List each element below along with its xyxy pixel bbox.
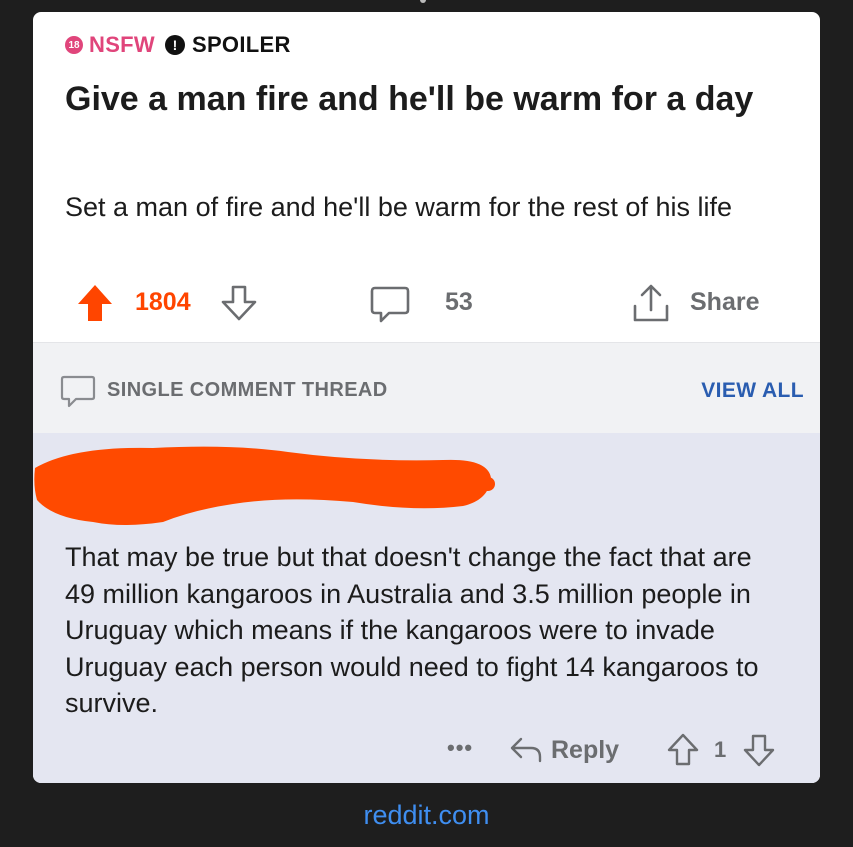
single-comment-thread-bar: SINGLE COMMENT THREAD VIEW ALL: [33, 342, 820, 434]
source-link[interactable]: reddit.com: [0, 800, 853, 831]
comment-body: That may be true but that doesn't change…: [65, 542, 759, 718]
spoiler-tag: SPOILER: [191, 32, 291, 57]
reply-arrow-icon[interactable]: [509, 735, 543, 765]
reddit-post-card: 18 NSFW ! SPOILER Give a man fire and he…: [33, 12, 820, 783]
downvote-arrow-icon[interactable]: [219, 284, 259, 322]
redacted-username-scribble: [34, 446, 495, 525]
share-icon[interactable]: [631, 282, 671, 324]
post-action-bar: 1804 53 Share: [33, 282, 820, 326]
reply-button[interactable]: Reply: [551, 736, 619, 765]
share-button[interactable]: Share: [690, 288, 759, 317]
post-score: 1804: [135, 288, 191, 316]
upvote-arrow-icon[interactable]: [667, 733, 699, 767]
post-title[interactable]: Give a man fire and he'll be warm for a …: [65, 78, 785, 120]
comments-count[interactable]: 53: [445, 288, 473, 317]
nsfw-18-icon: 18: [65, 36, 83, 54]
more-options-button[interactable]: •••: [447, 735, 473, 761]
upvote-arrow-icon[interactable]: [77, 284, 113, 322]
top-edge-marker: [420, 0, 426, 3]
comment-bubble-icon[interactable]: [369, 284, 411, 326]
comment-action-bar: ••• Reply 1: [33, 731, 820, 771]
post-flair-tags: 18 NSFW ! SPOILER: [65, 32, 291, 58]
comment-score: 1: [714, 737, 727, 762]
comment-bubble-icon: [60, 375, 96, 408]
spoiler-alert-icon: !: [164, 35, 185, 55]
nsfw-tag: NSFW: [89, 32, 155, 57]
view-all-button[interactable]: VIEW ALL: [701, 379, 804, 403]
thread-label: SINGLE COMMENT THREAD: [107, 379, 388, 401]
post-section: 18 NSFW ! SPOILER Give a man fire and he…: [33, 12, 820, 342]
downvote-arrow-icon[interactable]: [743, 733, 775, 767]
post-body: Set a man of fire and he'll be warm for …: [65, 192, 732, 222]
comment-item: That may be true but that doesn't change…: [33, 433, 820, 783]
